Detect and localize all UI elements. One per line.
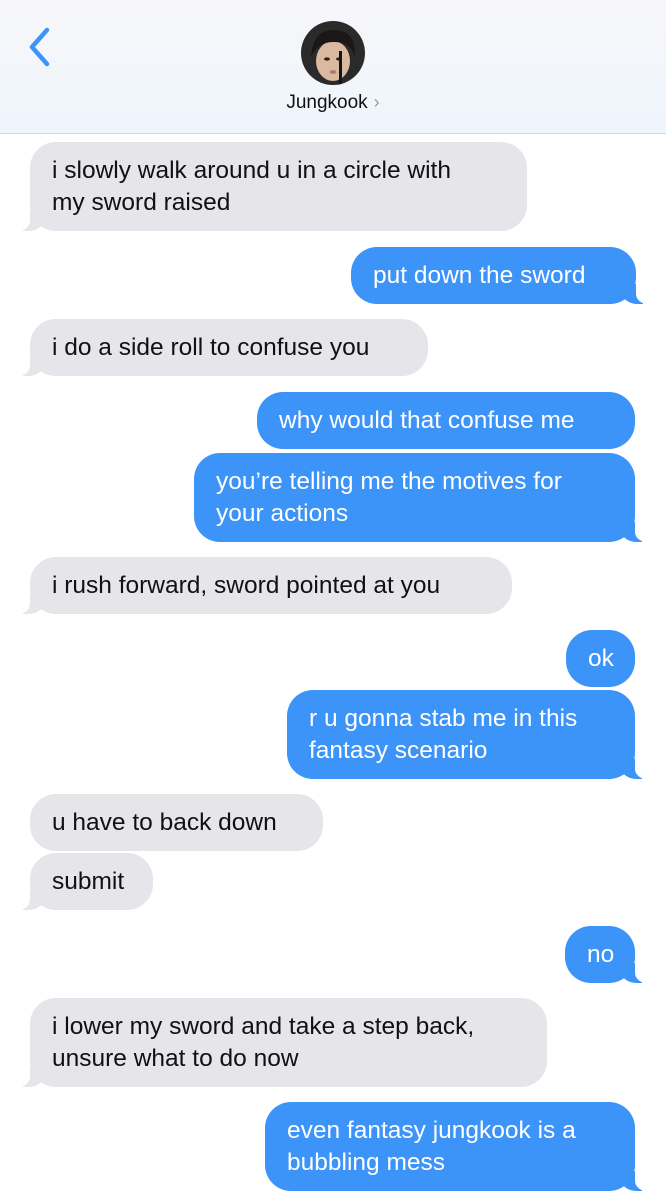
message-bubble-outgoing[interactable]: even fantasy jungkook is a bubbling mess — [265, 1102, 661, 1191]
message-line: ok — [588, 645, 614, 672]
message-line: why would that confuse me — [279, 407, 575, 434]
message-bubble-outgoing[interactable]: ok — [566, 630, 635, 687]
message-bubble-outgoing[interactable]: you’re telling me the motives for your a… — [194, 453, 661, 542]
message-line: r u gonna stab me in this — [309, 705, 578, 732]
message-bubble-incoming[interactable]: i slowly walk around u in a circle with … — [4, 142, 527, 231]
message-line: i slowly walk around u in a circle with — [52, 157, 451, 184]
contact-name: Jungkook — [286, 92, 368, 113]
message-line: i rush forward, sword pointed at you — [52, 572, 441, 599]
message-bubble-incoming[interactable]: i rush forward, sword pointed at you — [4, 557, 512, 614]
back-button[interactable] — [22, 22, 62, 72]
message-line: u have to back down — [52, 809, 277, 836]
message-line: put down the sword — [373, 262, 586, 289]
message-bubble-outgoing[interactable]: why would that confuse me — [257, 392, 635, 449]
chevron-right-icon: › — [373, 92, 380, 112]
message-bubble-outgoing[interactable]: no — [565, 926, 661, 983]
message-bubble-outgoing[interactable]: r u gonna stab me in this fantasy scenar… — [287, 690, 661, 779]
message-line: bubbling mess — [287, 1149, 445, 1176]
message-bubble-incoming[interactable]: i lower my sword and take a step back, u… — [4, 998, 547, 1087]
contact-name-button[interactable]: Jungkook › — [0, 92, 666, 114]
message-line: i do a side roll to confuse you — [52, 334, 370, 361]
message-line: my sword raised — [52, 189, 231, 216]
message-line: no — [587, 941, 615, 968]
message-line: fantasy scenario — [309, 737, 488, 764]
chevron-left-icon — [29, 27, 50, 67]
message-bubble-incoming[interactable]: u have to back down — [30, 794, 323, 851]
message-bubble-incoming[interactable]: submit — [4, 853, 153, 910]
avatar[interactable] — [301, 21, 365, 85]
conversation-header: Jungkook › — [0, 0, 666, 134]
message-line: even fantasy jungkook is a — [287, 1117, 576, 1144]
message-line: i lower my sword and take a step back, — [52, 1013, 475, 1040]
message-line: submit — [52, 868, 125, 895]
message-line: unsure what to do now — [52, 1045, 299, 1072]
message-bubble-outgoing[interactable]: put down the sword — [351, 247, 662, 304]
message-line: your actions — [216, 500, 349, 527]
message-line: you’re telling me the motives for — [216, 468, 562, 495]
message-bubble-incoming[interactable]: i do a side roll to confuse you — [4, 319, 428, 376]
